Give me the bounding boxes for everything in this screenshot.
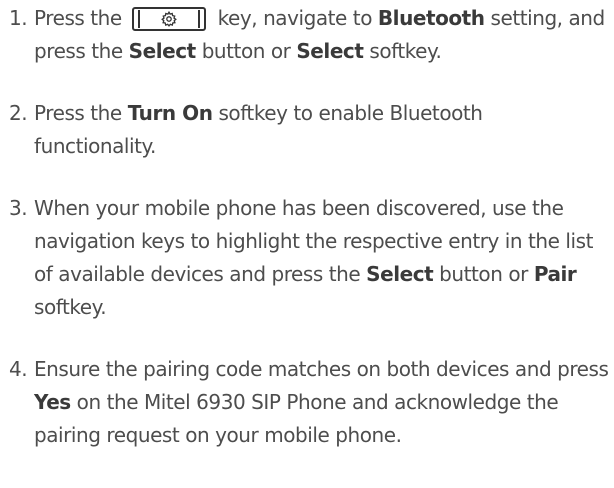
button-name-select: Select	[366, 262, 434, 286]
step-4: 4. Ensure the pairing code matches on bo…	[0, 353, 614, 452]
key-name-yes: Yes	[34, 390, 71, 414]
instruction-steps: 1. Press the key, navigate to Bluetooth …	[0, 2, 614, 452]
softkey-name-turn-on: Turn On	[127, 101, 213, 125]
softkey-name-pair: Pair	[533, 262, 577, 286]
step-1: 1. Press the key, navigate to Bluetooth …	[0, 2, 614, 68]
button-name-select: Select	[128, 39, 197, 63]
setting-name-bluetooth: Bluetooth	[377, 6, 485, 30]
step-3: 3. When your mobile phone has been disco…	[0, 192, 614, 324]
step-number: 3.	[9, 196, 28, 220]
step-2: 2. Press the Turn On softkey to enable B…	[0, 97, 614, 163]
step-number: 2.	[9, 101, 28, 125]
step-number: 1.	[9, 6, 28, 30]
step-number: 4.	[9, 357, 28, 381]
gear-icon	[160, 11, 177, 27]
settings-key	[131, 7, 206, 31]
softkey-name-select: Select	[296, 39, 364, 63]
